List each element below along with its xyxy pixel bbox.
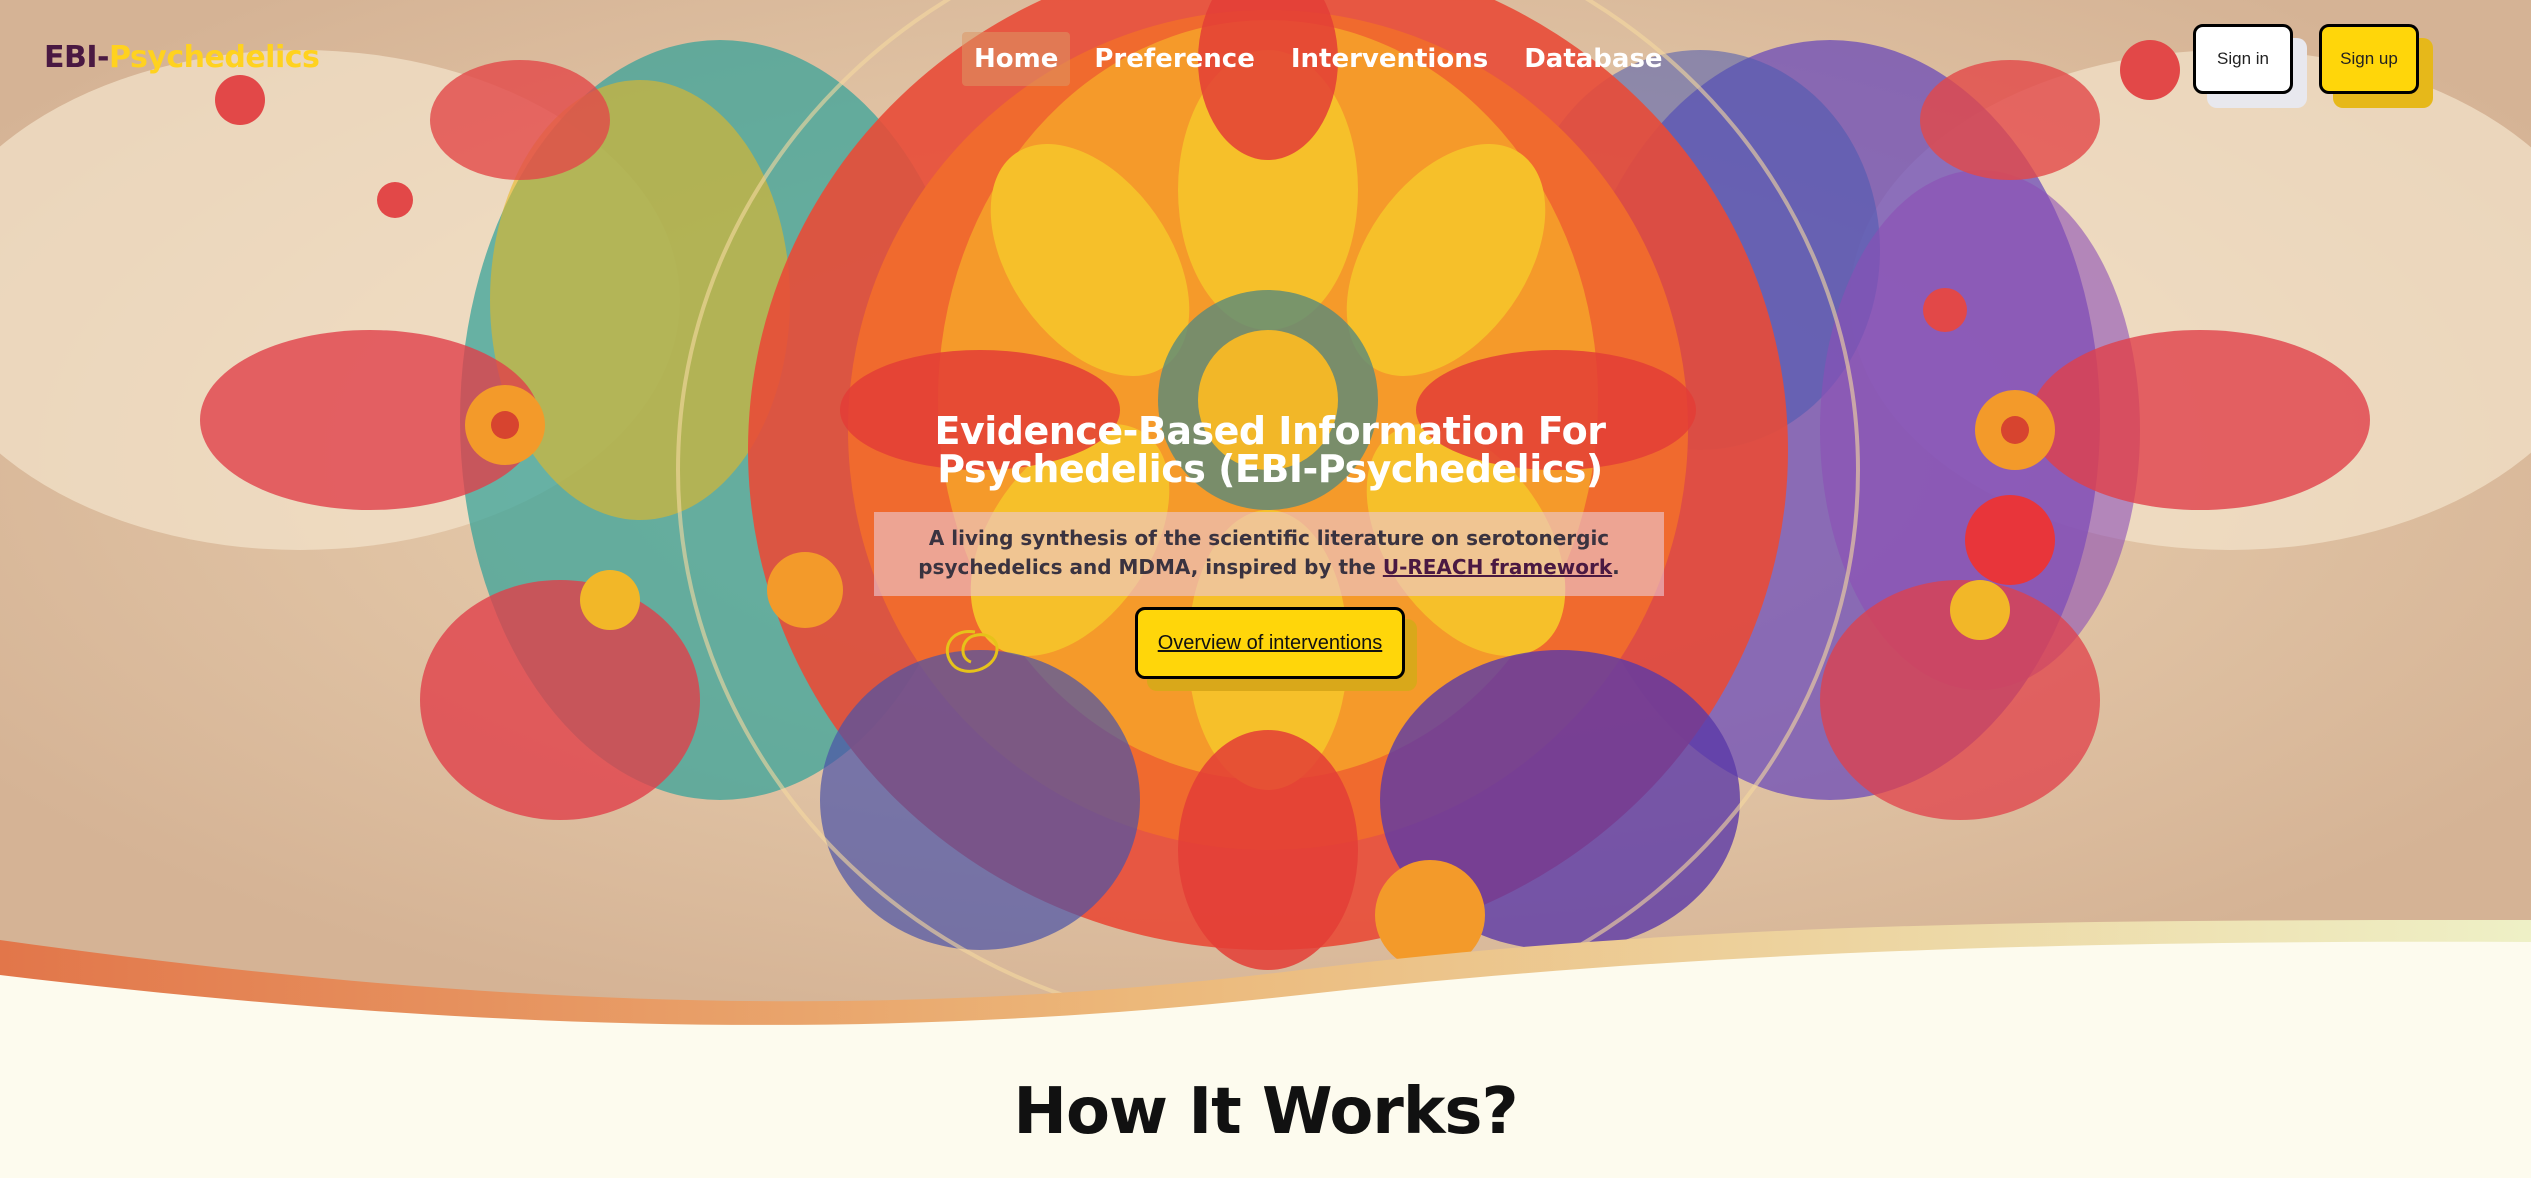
swirl-doodle-icon: [945, 630, 999, 673]
logo-part-psychedelics: Psychedelics: [108, 40, 320, 75]
hero-subtitle: A living synthesis of the scientific lit…: [874, 512, 1664, 596]
site-logo[interactable]: EBI-Psychedelics: [44, 40, 320, 75]
u-reach-framework-link[interactable]: U-REACH framework: [1383, 555, 1612, 579]
hero-title-line-2: Psychedelics (EBI-Psychedelics): [937, 447, 1603, 491]
sign-in-button[interactable]: Sign in: [2193, 24, 2293, 94]
hero-subtitle-end: .: [1612, 555, 1620, 579]
sign-up-button-wrap: Sign up: [2319, 24, 2433, 108]
mandala-background-image: [0, 0, 2531, 1010]
nav-preference[interactable]: Preference: [1082, 32, 1266, 86]
hero-section: [0, 0, 2531, 1010]
sign-up-button[interactable]: Sign up: [2319, 24, 2419, 94]
main-nav: Home Preference Interventions Database: [962, 32, 1687, 86]
nav-home[interactable]: Home: [962, 32, 1071, 86]
nav-database[interactable]: Database: [1512, 32, 1674, 86]
overview-button-wrap: Overview of interventions: [1135, 607, 1417, 691]
nav-interventions[interactable]: Interventions: [1279, 32, 1500, 86]
hero-wave-divider: [0, 920, 2531, 1040]
how-it-works-heading: How It Works?: [1013, 1075, 1518, 1149]
hero-title: Evidence-Based Information For Psychedel…: [880, 412, 1660, 488]
overview-of-interventions-button[interactable]: Overview of interventions: [1135, 607, 1405, 679]
logo-part-ebi: EBI-: [44, 40, 109, 75]
sign-in-button-wrap: Sign in: [2193, 24, 2307, 108]
